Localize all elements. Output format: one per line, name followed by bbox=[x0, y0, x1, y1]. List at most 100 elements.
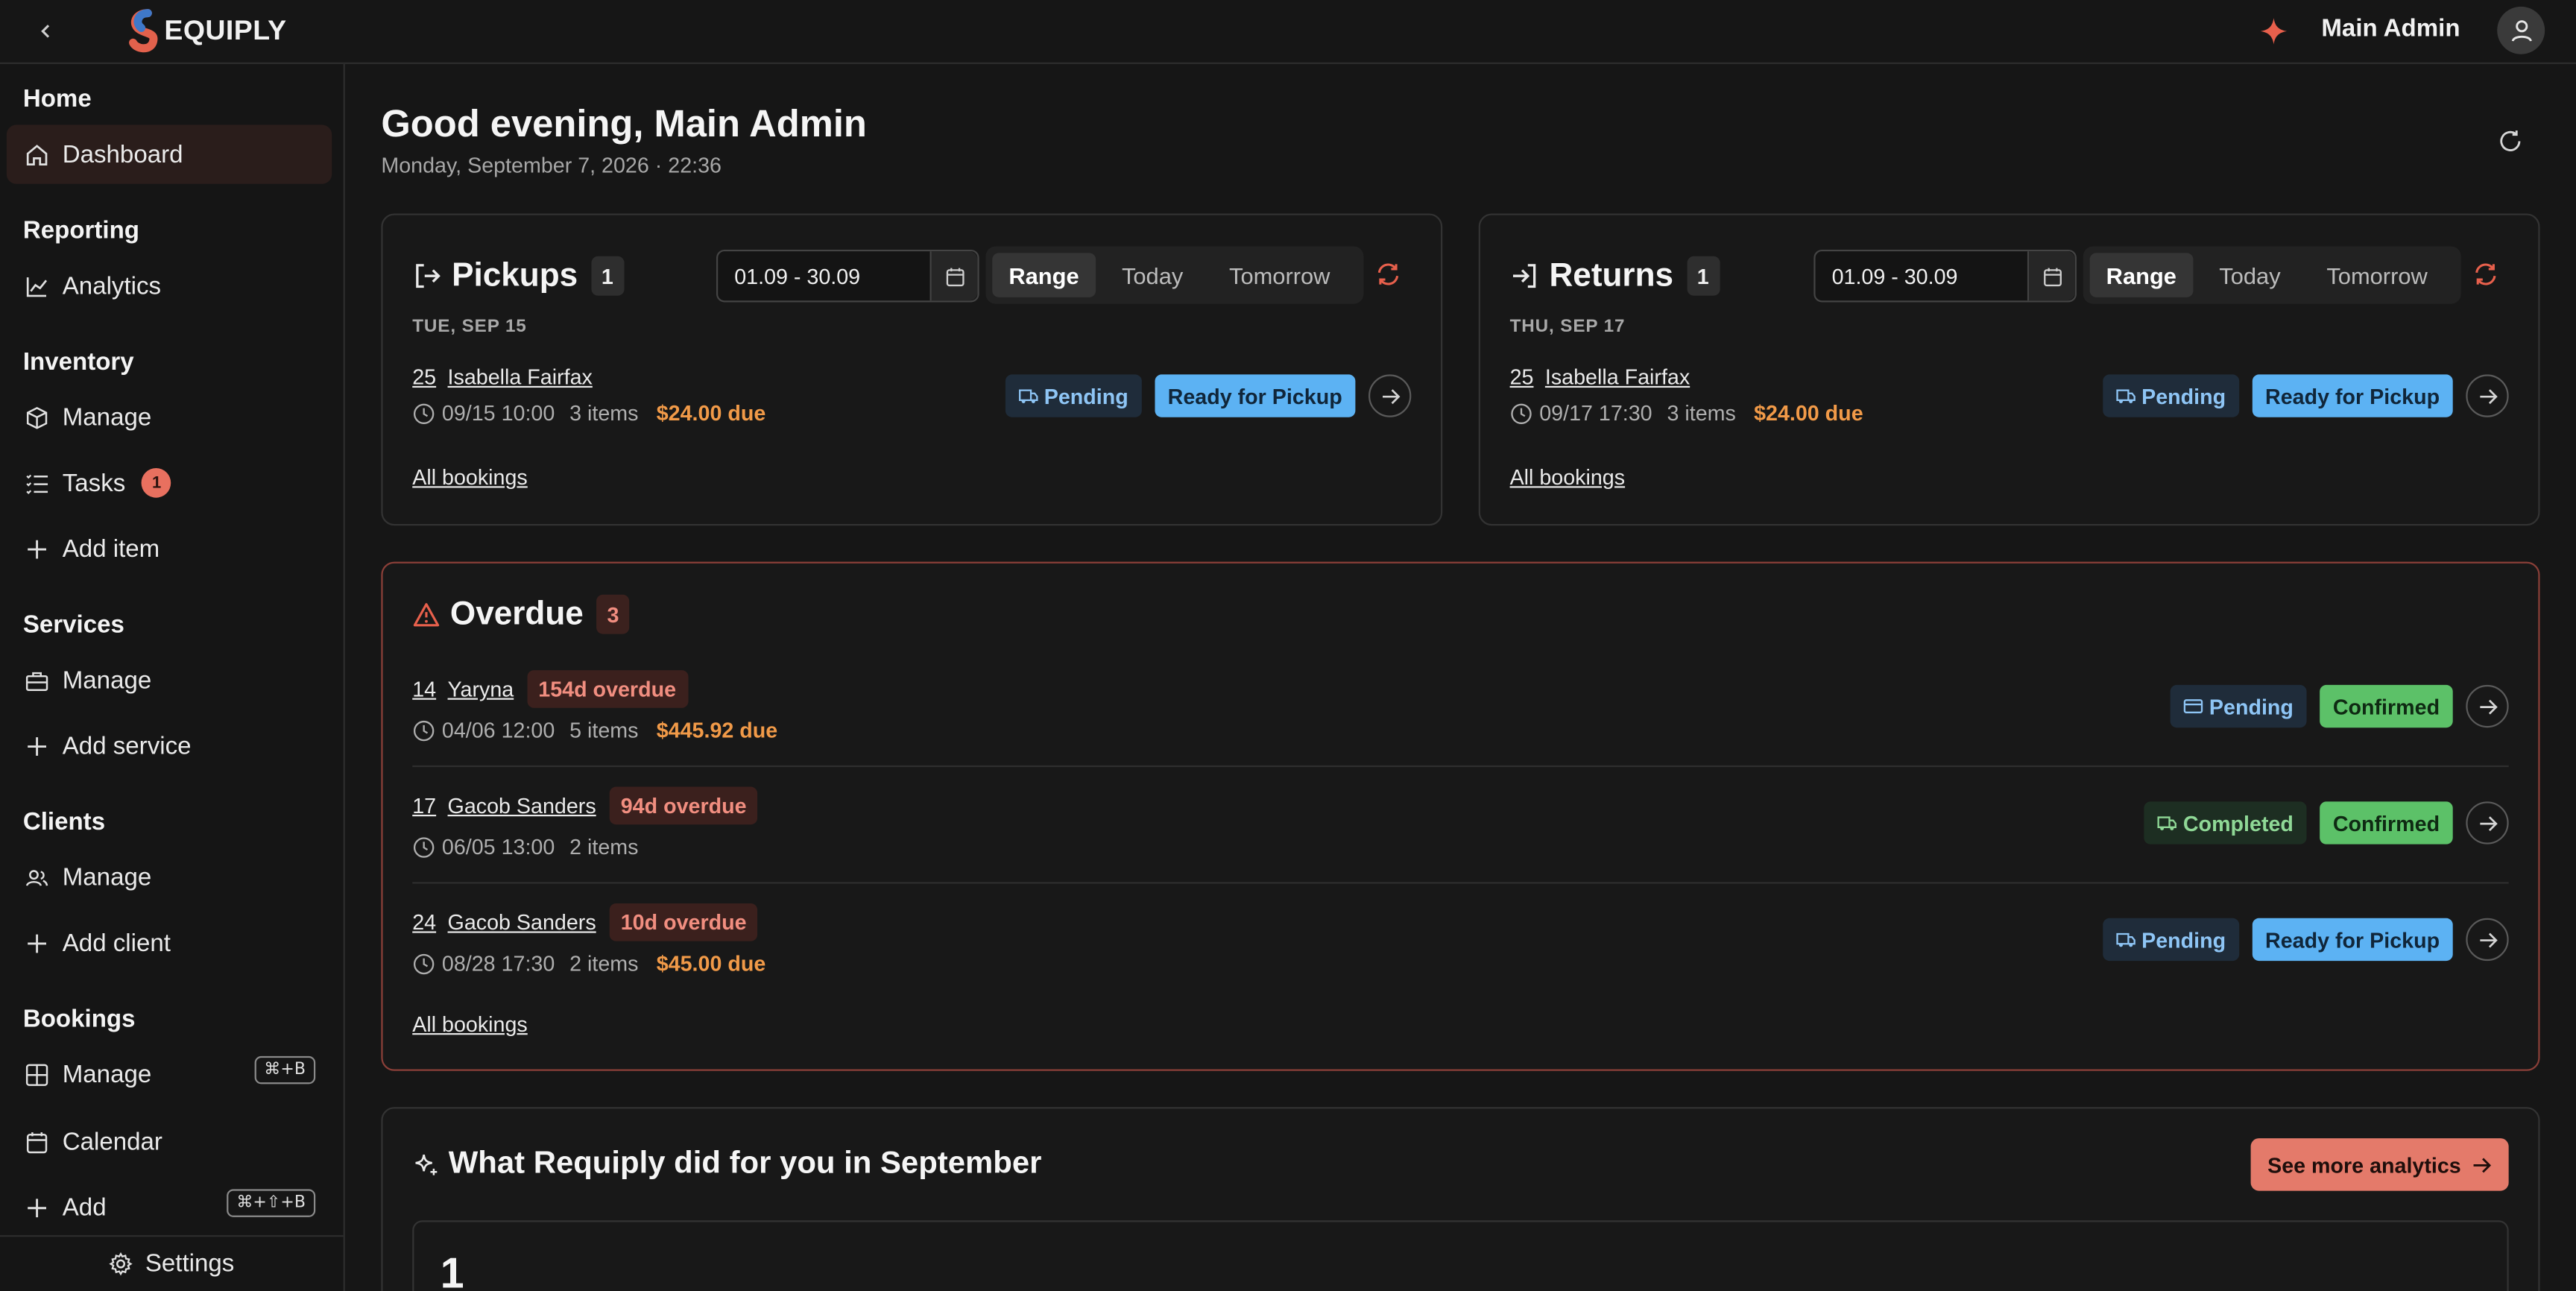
section-title-clients: Clients bbox=[22, 808, 106, 836]
row-divider bbox=[412, 882, 2509, 884]
sidebar-item-bookings-manage[interactable]: Manage ⌘+B bbox=[7, 1044, 332, 1103]
app-logo[interactable]: EQUIPLY bbox=[125, 7, 287, 56]
overdue-row-meta: 06/05 13:00 2 items bbox=[412, 834, 638, 859]
client-name-link[interactable]: Yaryna bbox=[448, 677, 514, 701]
user-icon bbox=[2510, 19, 2531, 41]
booking-id-link[interactable]: 25 bbox=[412, 364, 436, 389]
refresh-icon[interactable] bbox=[2494, 124, 2527, 157]
chart-line-icon bbox=[23, 273, 49, 299]
booking-id-link[interactable]: 24 bbox=[412, 910, 436, 935]
sidebar-item-add-item[interactable]: Add item bbox=[7, 519, 332, 578]
arrow-right-icon[interactable] bbox=[1368, 374, 1412, 417]
segment-range[interactable]: Range bbox=[2089, 253, 2194, 297]
all-bookings-link[interactable]: All bookings bbox=[412, 1011, 528, 1036]
briefcase-icon bbox=[23, 667, 49, 693]
sidebar-item-services-manage[interactable]: Manage bbox=[7, 651, 332, 710]
all-bookings-link[interactable]: All bookings bbox=[1510, 465, 1626, 490]
booking-status-button[interactable]: Ready for Pickup bbox=[1155, 374, 1356, 417]
user-avatar[interactable] bbox=[2497, 6, 2545, 54]
sidebar-item-tasks[interactable]: Tasks 1 bbox=[7, 453, 332, 512]
payment-status-badge: Pending bbox=[2102, 374, 2239, 417]
pickups-count-badge: 1 bbox=[590, 256, 624, 296]
calendar-icon[interactable] bbox=[929, 251, 978, 301]
sidebar-item-label: Dashboard bbox=[62, 140, 183, 168]
overdue-row-heading: 14 Yaryna 154d overdue bbox=[412, 670, 688, 708]
sidebar-item-add-service[interactable]: Add service bbox=[7, 716, 332, 775]
overdue-row-meta: 08/28 17:30 2 items $45.00 due bbox=[412, 951, 765, 976]
client-name-link[interactable]: Gacob Sanders bbox=[448, 793, 596, 818]
sync-icon[interactable] bbox=[2469, 258, 2502, 291]
booking-meta: 09/17 17:30 3 items $24.00 due bbox=[1510, 401, 1863, 426]
overdue-row-meta: 04/06 12:00 5 items $445.92 due bbox=[412, 718, 777, 742]
booking-items: 2 items bbox=[569, 950, 639, 976]
booking-items: 3 items bbox=[1667, 400, 1736, 426]
booking-status-button[interactable]: Ready for Pickup bbox=[2252, 374, 2453, 417]
returns-date-range-input[interactable]: 01.09 - 30.09 bbox=[1813, 249, 2077, 303]
client-name-link[interactable]: Isabella Fairfax bbox=[448, 364, 593, 389]
clock-icon bbox=[412, 952, 435, 975]
sidebar-item-add-booking[interactable]: Add ⌘+⇧+B bbox=[7, 1178, 332, 1237]
booking-status-button[interactable]: Confirmed bbox=[2320, 684, 2453, 728]
payment-status-text: Pending bbox=[2141, 927, 2226, 952]
all-bookings-link[interactable]: All bookings bbox=[412, 465, 528, 490]
top-bar: EQUIPLY Main Admin bbox=[0, 0, 2576, 64]
calendar-icon[interactable] bbox=[2027, 251, 2075, 301]
pickups-date-range-input[interactable]: 01.09 - 30.09 bbox=[716, 249, 979, 303]
booking-status-button[interactable]: Ready for Pickup bbox=[2252, 918, 2453, 962]
logo-mark-icon bbox=[125, 8, 168, 54]
returns-card: Returns 1 01.09 - 30.09 Range Today Tomo… bbox=[1478, 213, 2540, 526]
booking-time: 09/17 17:30 bbox=[1539, 400, 1652, 426]
user-name[interactable]: Main Admin bbox=[2321, 15, 2460, 42]
payment-status-badge: Pending bbox=[1004, 374, 1142, 417]
overdue-title-text: Overdue bbox=[449, 595, 584, 632]
booking-time: 04/06 12:00 bbox=[441, 717, 555, 743]
payment-status-badge: Completed bbox=[2143, 801, 2307, 845]
booking-id-link[interactable]: 14 bbox=[412, 677, 436, 701]
sidebar-item-inventory-manage[interactable]: Manage bbox=[7, 388, 332, 446]
plus-icon bbox=[23, 733, 49, 759]
sidebar-item-analytics[interactable]: Analytics bbox=[7, 256, 332, 315]
sparkle-icon[interactable] bbox=[2257, 15, 2290, 48]
arrow-right-icon[interactable] bbox=[2466, 801, 2509, 845]
date-range-value: 01.09 - 30.09 bbox=[1831, 263, 1958, 288]
segment-range[interactable]: Range bbox=[992, 253, 1096, 297]
sidebar-item-add-client[interactable]: Add client bbox=[7, 913, 332, 972]
overdue-badge: 94d overdue bbox=[609, 786, 758, 825]
overdue-row-actions: Pending Confirmed bbox=[2169, 684, 2509, 728]
section-title-bookings: Bookings bbox=[22, 1005, 136, 1034]
clock-icon bbox=[412, 719, 435, 742]
sidebar-settings[interactable]: Settings bbox=[0, 1235, 344, 1291]
segment-tomorrow[interactable]: Tomorrow bbox=[1210, 253, 1350, 297]
booking-id-link[interactable]: 17 bbox=[412, 793, 436, 818]
clock-icon bbox=[412, 836, 435, 859]
arrow-right-icon[interactable] bbox=[2466, 684, 2509, 728]
arrow-right-icon[interactable] bbox=[2466, 374, 2509, 417]
client-name-link[interactable]: Gacob Sanders bbox=[448, 910, 596, 935]
booking-id-link[interactable]: 25 bbox=[1510, 364, 1534, 389]
overdue-count-badge: 3 bbox=[596, 594, 630, 634]
pickups-range-toggle: Range Today Tomorrow bbox=[985, 246, 1363, 304]
arrow-right-icon[interactable] bbox=[2466, 918, 2509, 962]
list-checks-icon bbox=[23, 470, 49, 496]
segment-today[interactable]: Today bbox=[2200, 253, 2300, 297]
sync-icon[interactable] bbox=[1371, 258, 1404, 291]
returns-range-toggle: Range Today Tomorrow bbox=[2083, 246, 2460, 304]
sidebar-item-clients-manage[interactable]: Manage bbox=[7, 847, 332, 906]
booking-status-button[interactable]: Confirmed bbox=[2320, 801, 2453, 845]
arrow-right-icon bbox=[2471, 1154, 2493, 1175]
back-chevron-icon[interactable] bbox=[30, 15, 63, 48]
segment-tomorrow[interactable]: Tomorrow bbox=[2307, 253, 2447, 297]
segment-today[interactable]: Today bbox=[1102, 253, 1203, 297]
credit-card-icon bbox=[2183, 696, 2203, 716]
overdue-badge: 10d overdue bbox=[609, 903, 758, 941]
booking-due: $45.00 due bbox=[656, 950, 766, 976]
sidebar-item-calendar[interactable]: Calendar bbox=[7, 1112, 332, 1171]
pickups-title: Pickups 1 bbox=[412, 256, 624, 296]
see-more-analytics-button[interactable]: See more analytics bbox=[2251, 1138, 2509, 1191]
sidebar-item-label: Add bbox=[62, 1193, 107, 1222]
sidebar-item-label: Add client bbox=[62, 929, 171, 957]
analytics-stat-card: 1 bbox=[412, 1220, 2509, 1291]
row-divider bbox=[412, 765, 2509, 768]
sidebar-item-dashboard[interactable]: Dashboard bbox=[6, 124, 332, 184]
client-name-link[interactable]: Isabella Fairfax bbox=[1545, 364, 1690, 389]
